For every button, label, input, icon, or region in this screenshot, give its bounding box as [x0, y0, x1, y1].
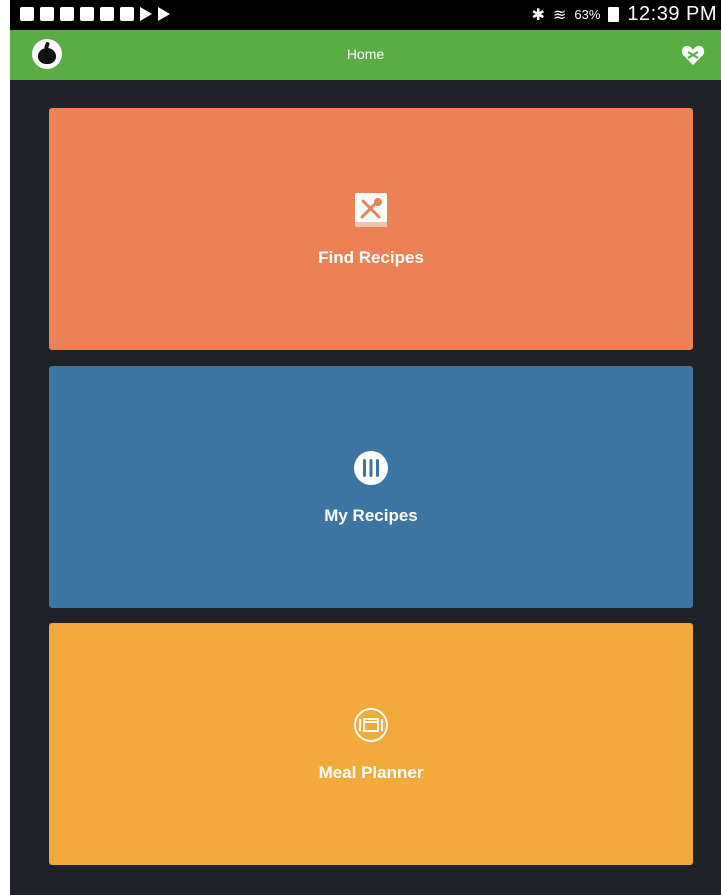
- wifi-icon: ≋: [552, 6, 567, 24]
- meal-planner-label: Meal Planner: [318, 763, 424, 782]
- find-recipes-label: Find Recipes: [318, 248, 424, 267]
- screen-icon: [40, 7, 54, 21]
- my-recipes-label: My Recipes: [324, 506, 418, 525]
- meal-planner-icon: [354, 708, 388, 742]
- mail-icon: [80, 7, 94, 21]
- cutlery-icon: [354, 451, 388, 485]
- page-title: Home: [346, 46, 385, 62]
- recipe-book-icon: [355, 193, 387, 227]
- find-recipes-tile[interactable]: Find Recipes: [49, 108, 693, 350]
- system-icons: ✱ ≋ 63% 12:39 PM: [532, 3, 717, 26]
- play-icon: [140, 7, 152, 21]
- play-icon: [158, 7, 170, 21]
- notification-icons: [20, 7, 170, 21]
- image-icon: [120, 7, 134, 21]
- app-bar: Home: [10, 30, 721, 80]
- clock: 12:39 PM: [627, 3, 717, 25]
- youtube-icon: [100, 7, 114, 21]
- battery-icon: [608, 7, 620, 22]
- mail-icon: [60, 7, 74, 21]
- heart-icon[interactable]: [681, 44, 705, 66]
- app-screen: ✱ ≋ 63% 12:39 PM Home Find Recipes My Re…: [10, 0, 721, 895]
- meal-planner-tile[interactable]: Meal Planner: [49, 623, 693, 865]
- battery-percent: 63%: [574, 7, 601, 22]
- my-recipes-tile[interactable]: My Recipes: [49, 366, 693, 608]
- bluetooth-icon: ✱: [531, 6, 545, 24]
- status-bar: ✱ ≋ 63% 12:39 PM: [10, 0, 721, 30]
- tablet-icon: [20, 7, 34, 21]
